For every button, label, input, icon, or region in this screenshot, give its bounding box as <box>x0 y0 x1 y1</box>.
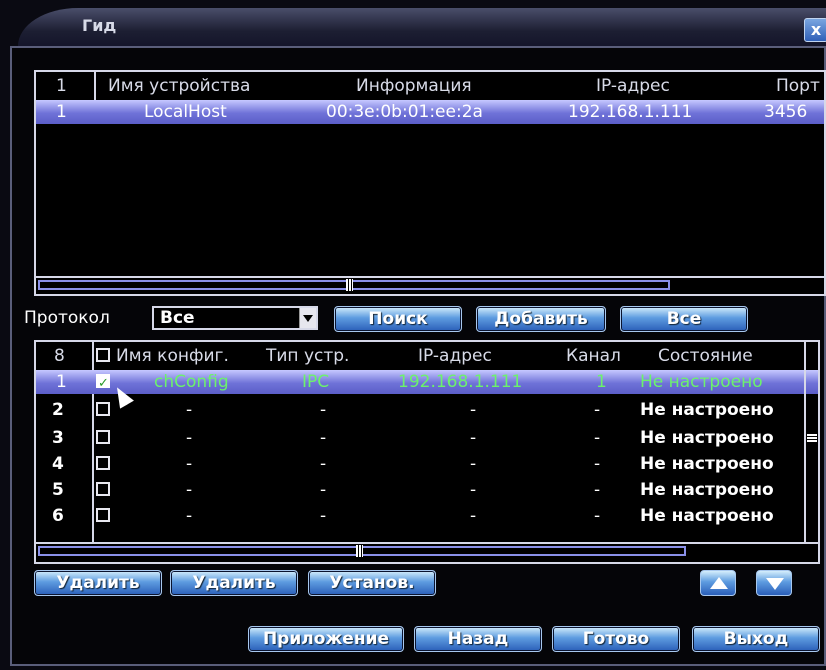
channel-num: 6 <box>52 506 64 526</box>
channel-number: - <box>594 454 601 474</box>
channel-number: - <box>594 428 601 448</box>
delete-button[interactable]: Удалить <box>34 570 162 596</box>
device-table: 1 Имя устройства Информация IP-адрес Пор… <box>34 70 826 296</box>
protocol-label: Протокол <box>24 308 110 328</box>
device-name: LocalHost <box>144 102 227 122</box>
channel-row[interactable]: 6 - - - - Не настроено <box>36 504 818 528</box>
move-down-button[interactable] <box>756 570 792 596</box>
select-all-button[interactable]: Все <box>620 306 748 332</box>
channel-type: - <box>320 400 327 420</box>
channel-type: - <box>320 428 327 448</box>
channel-ip: 192.168.1.111 <box>398 372 523 392</box>
scrollbar-grip-icon <box>807 434 817 442</box>
channel-table-hscrollbar[interactable] <box>36 542 818 560</box>
header-status[interactable]: Состояние <box>658 344 753 368</box>
device-table-hscrollbar[interactable] <box>36 276 824 294</box>
row-checkbox[interactable] <box>96 430 110 444</box>
device-info: 00:3e:0b:01:ee:2a <box>326 102 483 122</box>
title-bar <box>18 8 826 46</box>
channel-row[interactable]: 1 chConfig IPC 192.168.1.111 1 Не настро… <box>36 370 818 396</box>
channel-ip: - <box>470 454 477 474</box>
channel-config-name: - <box>186 428 193 448</box>
back-button[interactable]: Назад <box>414 626 542 652</box>
row-checkbox[interactable] <box>96 456 110 470</box>
channel-number: - <box>594 400 601 420</box>
channel-status: Не настроено <box>640 400 774 420</box>
add-button[interactable]: Добавить <box>476 306 606 332</box>
channel-config-name: chConfig <box>154 372 229 392</box>
channel-config-name: - <box>186 400 193 420</box>
header-ip[interactable]: IP-адрес <box>418 344 492 368</box>
protocol-value: Все <box>160 308 195 328</box>
row-checkbox[interactable] <box>96 402 110 416</box>
window-title: Гид <box>82 16 117 35</box>
channel-status: Не настроено <box>640 506 774 526</box>
channel-table-header: 8 Имя конфиг. Тип устр. IP-адрес Канал С… <box>36 344 818 368</box>
channel-status: Не настроено <box>640 428 774 448</box>
channel-row[interactable]: 4 - - - - Не настроено <box>36 452 818 476</box>
channel-table: 8 Имя конфиг. Тип устр. IP-адрес Канал С… <box>34 340 820 564</box>
select-all-checkbox[interactable] <box>96 348 110 362</box>
channel-type: - <box>320 480 327 500</box>
scrollbar-grip-icon <box>346 279 353 291</box>
delete-all-button[interactable]: Удалить <box>170 570 298 596</box>
channel-type: - <box>320 454 327 474</box>
arrow-down-icon <box>766 578 784 590</box>
channel-table-vscrollbar[interactable] <box>804 342 818 542</box>
row-checkbox[interactable] <box>96 372 110 396</box>
device-table-header: 1 Имя устройства Информация IP-адрес Пор… <box>36 74 824 98</box>
header-channel[interactable]: Канал <box>566 344 621 368</box>
channel-num: 4 <box>52 454 64 474</box>
device-row[interactable]: 1 LocalHost 00:3e:0b:01:ee:2a 192.168.1.… <box>36 100 824 124</box>
channel-row[interactable]: 5 - - - - Не настроено <box>36 478 818 502</box>
close-button[interactable]: x <box>804 18 826 42</box>
channel-num: 3 <box>52 428 64 448</box>
header-device-type[interactable]: Тип устр. <box>266 344 349 368</box>
channel-number: - <box>594 506 601 526</box>
install-button[interactable]: Установ. <box>308 570 436 596</box>
row-checkbox[interactable] <box>96 508 110 522</box>
channel-type: - <box>320 506 327 526</box>
channel-ip: - <box>470 480 477 500</box>
channel-ip: - <box>470 428 477 448</box>
channel-ip: - <box>470 506 477 526</box>
row-checkbox[interactable] <box>96 482 110 496</box>
arrow-up-icon <box>710 577 728 589</box>
channel-ip: - <box>470 400 477 420</box>
header-device-name[interactable]: Имя устройства <box>108 74 250 98</box>
channel-number: - <box>594 480 601 500</box>
header-config-name[interactable]: Имя конфиг. <box>116 344 229 368</box>
channel-type: IPC <box>302 372 330 392</box>
channel-num: 1 <box>56 372 67 392</box>
header-port[interactable]: Порт <box>776 74 820 98</box>
header-count: 8 <box>54 346 65 366</box>
channel-row[interactable]: 3 - - - - Не настроено <box>36 426 818 450</box>
move-up-button[interactable] <box>700 570 736 596</box>
scrollbar-thumb[interactable] <box>38 280 670 290</box>
scrollbar-grip-icon <box>356 545 363 557</box>
channel-num: 5 <box>52 480 64 500</box>
exit-button[interactable]: Выход <box>692 626 820 652</box>
channel-status: Не настроено <box>640 480 774 500</box>
channel-config-name: - <box>186 454 193 474</box>
search-button[interactable]: Поиск <box>334 306 462 332</box>
channel-num: 2 <box>52 400 64 420</box>
channel-config-name: - <box>186 480 193 500</box>
device-num: 1 <box>56 102 67 122</box>
device-port: 3456 <box>764 102 808 122</box>
apply-button[interactable]: Приложение <box>248 626 404 652</box>
header-ip[interactable]: IP-адрес <box>596 74 670 98</box>
done-button[interactable]: Готово <box>552 626 680 652</box>
channel-row[interactable]: 2 - - - - Не настроено <box>36 398 818 422</box>
header-info[interactable]: Информация <box>356 74 472 98</box>
channel-number: 1 <box>596 372 607 392</box>
channel-config-name: - <box>186 506 193 526</box>
chevron-down-icon[interactable] <box>299 308 316 328</box>
channel-status: Не настроено <box>640 454 774 474</box>
channel-status: Не настроено <box>640 372 763 392</box>
device-ip: 192.168.1.111 <box>568 102 693 122</box>
protocol-select[interactable]: Все <box>152 306 318 330</box>
header-num: 1 <box>56 76 67 96</box>
